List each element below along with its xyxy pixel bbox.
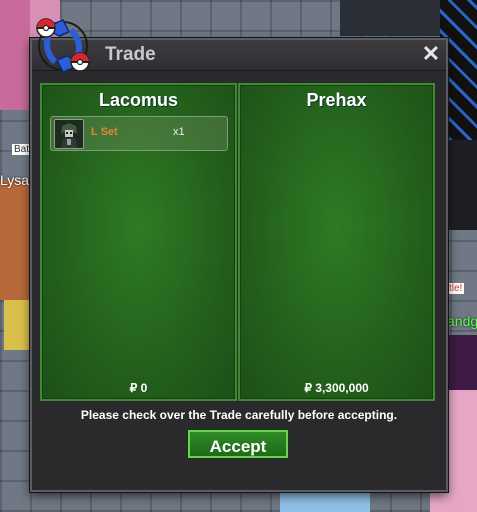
bg-pink-object-2 [0, 0, 30, 110]
bg-player-sprite-2 [4, 300, 30, 350]
title-bar[interactable]: Trade ✕ [32, 40, 446, 71]
bg-player-name-2: andg [447, 313, 477, 329]
close-icon[interactable]: ✕ [420, 43, 442, 65]
bg-dark-strip [445, 140, 477, 230]
bg-player-name: Lysa [0, 172, 30, 188]
right-player-name: Prehax [306, 90, 367, 110]
accept-button[interactable]: Accept [188, 430, 288, 458]
left-trade-panel: Lacomus L Set x1 ₽ 0 [40, 83, 237, 401]
character-portrait-icon [54, 119, 84, 149]
right-trade-panel: Prehax ₽ 3,300,000 [238, 83, 435, 401]
bg-player-sprite-3 [446, 335, 477, 395]
item-quantity: x1 [173, 126, 185, 138]
trade-notice: Please check over the Trade carefully be… [80, 408, 398, 422]
left-money-offer: ₽ 0 [129, 381, 148, 395]
left-player-name: Lacomus [98, 90, 179, 110]
bg-player-sprite [0, 180, 30, 300]
window-title: Trade [105, 44, 156, 65]
bg-chat-bubble-2: tle! [447, 283, 465, 294]
trade-window: Trade ✕ Lacomus L Set x1 ₽ 0 Prehax ₽ 3,… [30, 38, 448, 492]
bg-dark-wall [340, 0, 440, 36]
bg-chat-bubble: Bat [12, 144, 32, 155]
item-name: L Set [91, 126, 118, 138]
trade-arrows-icon [33, 14, 93, 76]
trade-item-row[interactable]: L Set x1 [50, 116, 228, 151]
right-money-offer: ₽ 3,300,000 [304, 381, 369, 395]
